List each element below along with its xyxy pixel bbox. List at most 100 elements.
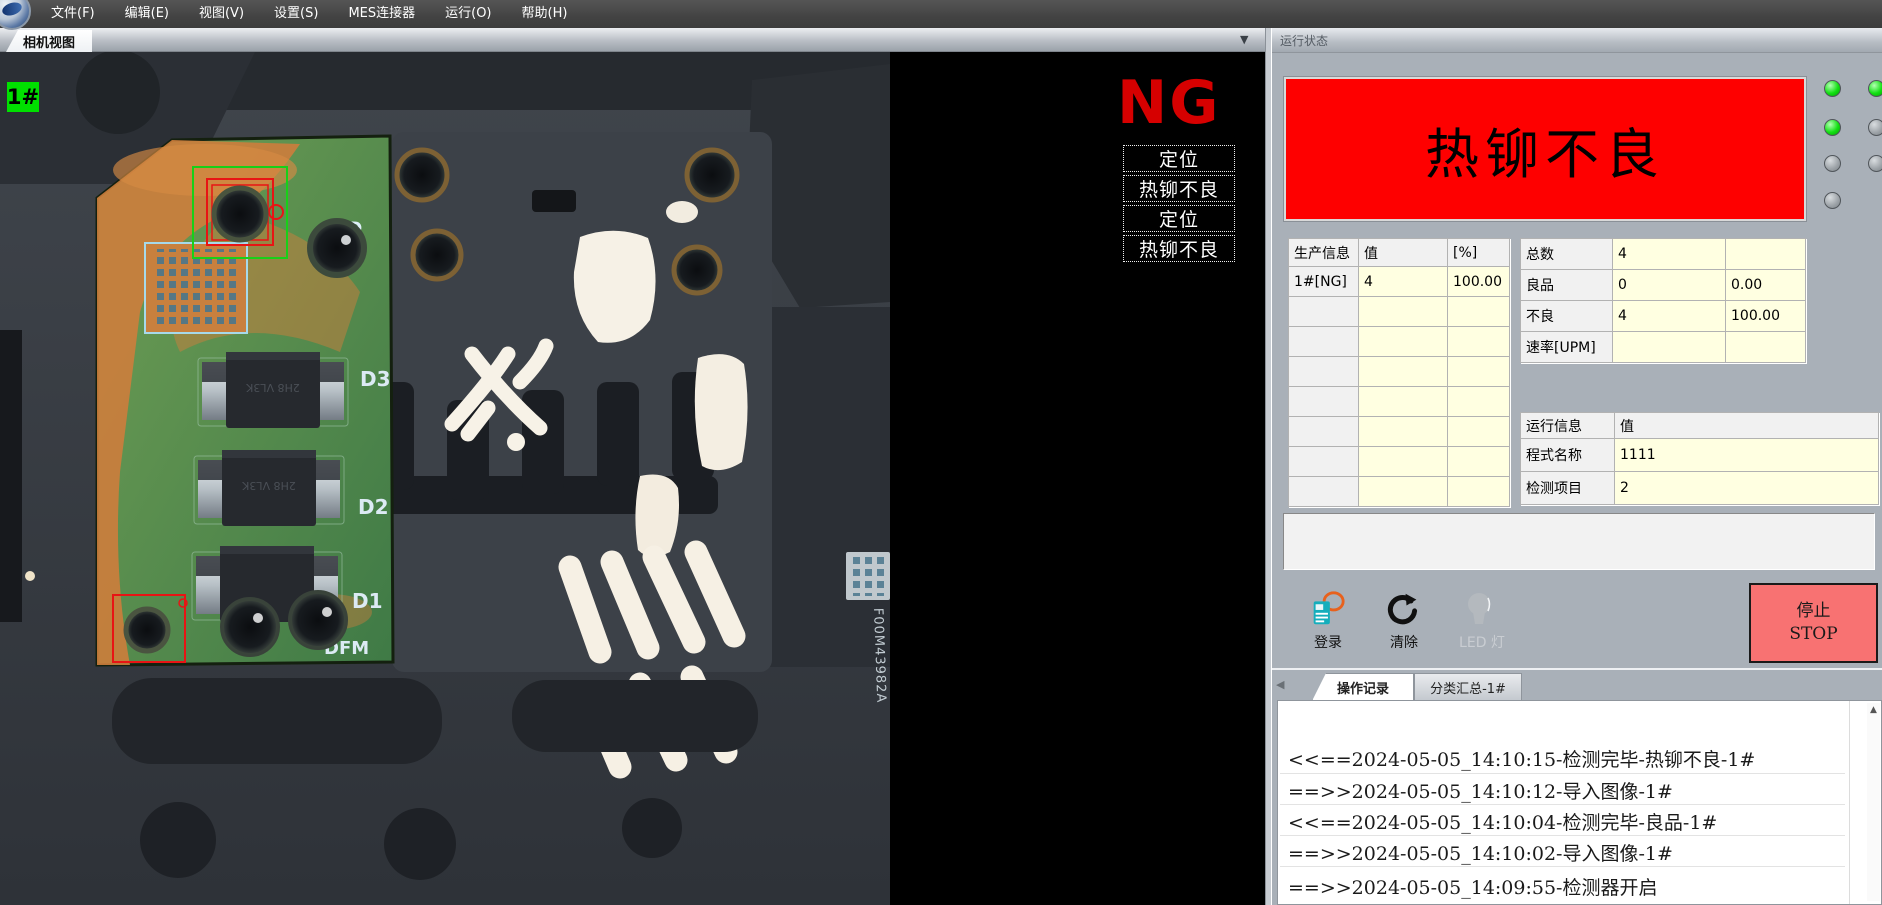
station-badge: 1#: [7, 82, 39, 112]
cell: [1448, 387, 1510, 417]
log-separator: [1280, 835, 1845, 836]
cell: [1726, 332, 1806, 363]
cell: [1289, 417, 1359, 447]
cell: [1613, 332, 1726, 363]
tab-scroll-left-icon[interactable]: ◀: [1276, 678, 1284, 691]
status-led: [1824, 192, 1841, 209]
cell: 良品: [1521, 270, 1613, 301]
log-entry: ==>>2024-05-05_14:10:12-导入图像-1#: [1288, 777, 1673, 804]
tab-divider: [1272, 668, 1882, 670]
clear-label: 清除: [1384, 632, 1424, 652]
cell: 2: [1615, 472, 1879, 505]
menu-mes-connector[interactable]: MES连接器: [333, 0, 430, 28]
status-led: [1868, 80, 1882, 97]
menu-view[interactable]: 视图(V): [184, 0, 259, 28]
cell: 1#[NG]: [1289, 267, 1359, 297]
status-led: [1824, 80, 1841, 97]
alert-frame: 热铆不良: [1283, 76, 1807, 222]
led-light-label: LED 灯: [1458, 632, 1506, 652]
led-bulb-icon: [1462, 590, 1496, 628]
chevron-down-icon[interactable]: ▼: [1240, 33, 1248, 46]
cell: [1359, 447, 1448, 477]
result-text: NG: [1117, 68, 1227, 138]
cell: [1289, 297, 1359, 327]
cell: 4: [1359, 267, 1448, 297]
cell: [1448, 477, 1510, 507]
cell: [1289, 357, 1359, 387]
tab-category-summary[interactable]: 分类汇总-1#: [1414, 673, 1522, 701]
cell: 总数: [1521, 239, 1613, 270]
pcb-label-d1: D1: [352, 589, 383, 613]
cell: [1289, 327, 1359, 357]
status-led: [1868, 119, 1882, 136]
stop-label-en: STOP: [1789, 623, 1837, 646]
cell: 4: [1613, 239, 1726, 270]
cell: [1289, 447, 1359, 477]
production-table: 生产信息 值 [%] 1#[NG] 4 100.00: [1288, 238, 1510, 507]
scroll-up-icon[interactable]: ▲: [1867, 703, 1880, 717]
login-button[interactable]: 登录: [1308, 590, 1348, 650]
column-header: 运行信息: [1521, 413, 1615, 439]
overlay-label-position-2: 定位: [1123, 205, 1235, 232]
cell: [1448, 417, 1510, 447]
overlay-label-defect-2: 热铆不良: [1123, 235, 1235, 262]
stop-button[interactable]: 停止 STOP: [1749, 583, 1878, 663]
chip-marking: 2H8 VL3K: [245, 381, 299, 394]
column-header: 值: [1615, 413, 1879, 439]
cell: [1359, 357, 1448, 387]
cell: [1359, 387, 1448, 417]
operation-log-list: <<==2024-05-05_14:10:15-检测完毕-热铆不良-1# ==>…: [1277, 700, 1882, 905]
log-entry: <<==2024-05-05_14:10:15-检测完毕-热铆不良-1#: [1288, 745, 1755, 772]
alert-defect-banner: 热铆不良: [1286, 79, 1804, 219]
log-separator: [1280, 866, 1845, 867]
clear-button[interactable]: 清除: [1384, 592, 1424, 650]
login-label: 登录: [1308, 632, 1348, 652]
table-row: [1289, 387, 1510, 417]
pcb-label-d3: D3: [360, 367, 391, 391]
menu-bar: 文件(F) 编辑(E) 视图(V) 设置(S) MES连接器 运行(O) 帮助(…: [0, 0, 1882, 28]
table-row: 不良4100.00: [1521, 301, 1806, 332]
run-status-panel: 运行状态 热铆不良 生产信息 值 [%] 1#[NG] 4 100.00 总数: [1272, 28, 1882, 905]
panel-splitter[interactable]: [1265, 28, 1272, 905]
pcb-label-d2: D2: [358, 495, 389, 519]
table-row: [1289, 327, 1510, 357]
run-info-table: 运行信息 值 程式名称 1111 检测项目 2: [1520, 412, 1879, 505]
cell: 0: [1613, 270, 1726, 301]
table-row: [1289, 477, 1510, 507]
cell: [1726, 239, 1806, 270]
log-entry: ==>>2024-05-05_14:09:55-检测器开启: [1288, 873, 1657, 900]
cell: 检测项目: [1521, 472, 1615, 505]
menu-edit[interactable]: 编辑(E): [110, 0, 184, 28]
table-row: 1#[NG] 4 100.00: [1289, 267, 1510, 297]
menu-help[interactable]: 帮助(H): [507, 0, 583, 28]
status-led: [1824, 155, 1841, 172]
table-row: 程式名称 1111: [1521, 439, 1879, 472]
tab-strip: 相机视图 ▼: [0, 28, 1265, 52]
log-scrollbar[interactable]: ▲: [1867, 703, 1880, 901]
stats-table: 总数4 良品00.00 不良4100.00 速率[UPM]: [1520, 238, 1806, 363]
menu-settings[interactable]: 设置(S): [259, 0, 333, 28]
log-separator: [1280, 804, 1845, 805]
table-row: [1289, 357, 1510, 387]
log-separator: [1280, 773, 1845, 774]
login-badge-icon: [1308, 590, 1346, 628]
led-light-button[interactable]: LED 灯: [1458, 590, 1506, 650]
table-row: 检测项目 2: [1521, 472, 1879, 505]
overlay-label-defect-1: 热铆不良: [1123, 175, 1235, 202]
camera-view-area: GND 2H8 VL3K D3 2H8 VL3K D2: [0, 52, 1265, 905]
pcb-component-d3: 2H8 VL3K: [198, 352, 348, 428]
log-entry: <<==2024-05-05_14:10:04-检测完毕-良品-1#: [1288, 808, 1717, 835]
tab-camera-view[interactable]: 相机视图: [6, 30, 92, 52]
cell: [1448, 447, 1510, 477]
log-column-line: [1849, 701, 1850, 904]
table-row: [1289, 447, 1510, 477]
cell: 100.00: [1726, 301, 1806, 332]
menu-file[interactable]: 文件(F): [36, 0, 110, 28]
pcb-component-d2: 2H8 VL3K: [194, 450, 344, 526]
menu-run[interactable]: 运行(O): [430, 0, 506, 28]
cell: 程式名称: [1521, 439, 1615, 472]
column-header: [%]: [1448, 239, 1510, 267]
tab-operation-log[interactable]: 操作记录: [1312, 673, 1414, 701]
cell: 1111: [1615, 439, 1879, 472]
cell: 4: [1613, 301, 1726, 332]
